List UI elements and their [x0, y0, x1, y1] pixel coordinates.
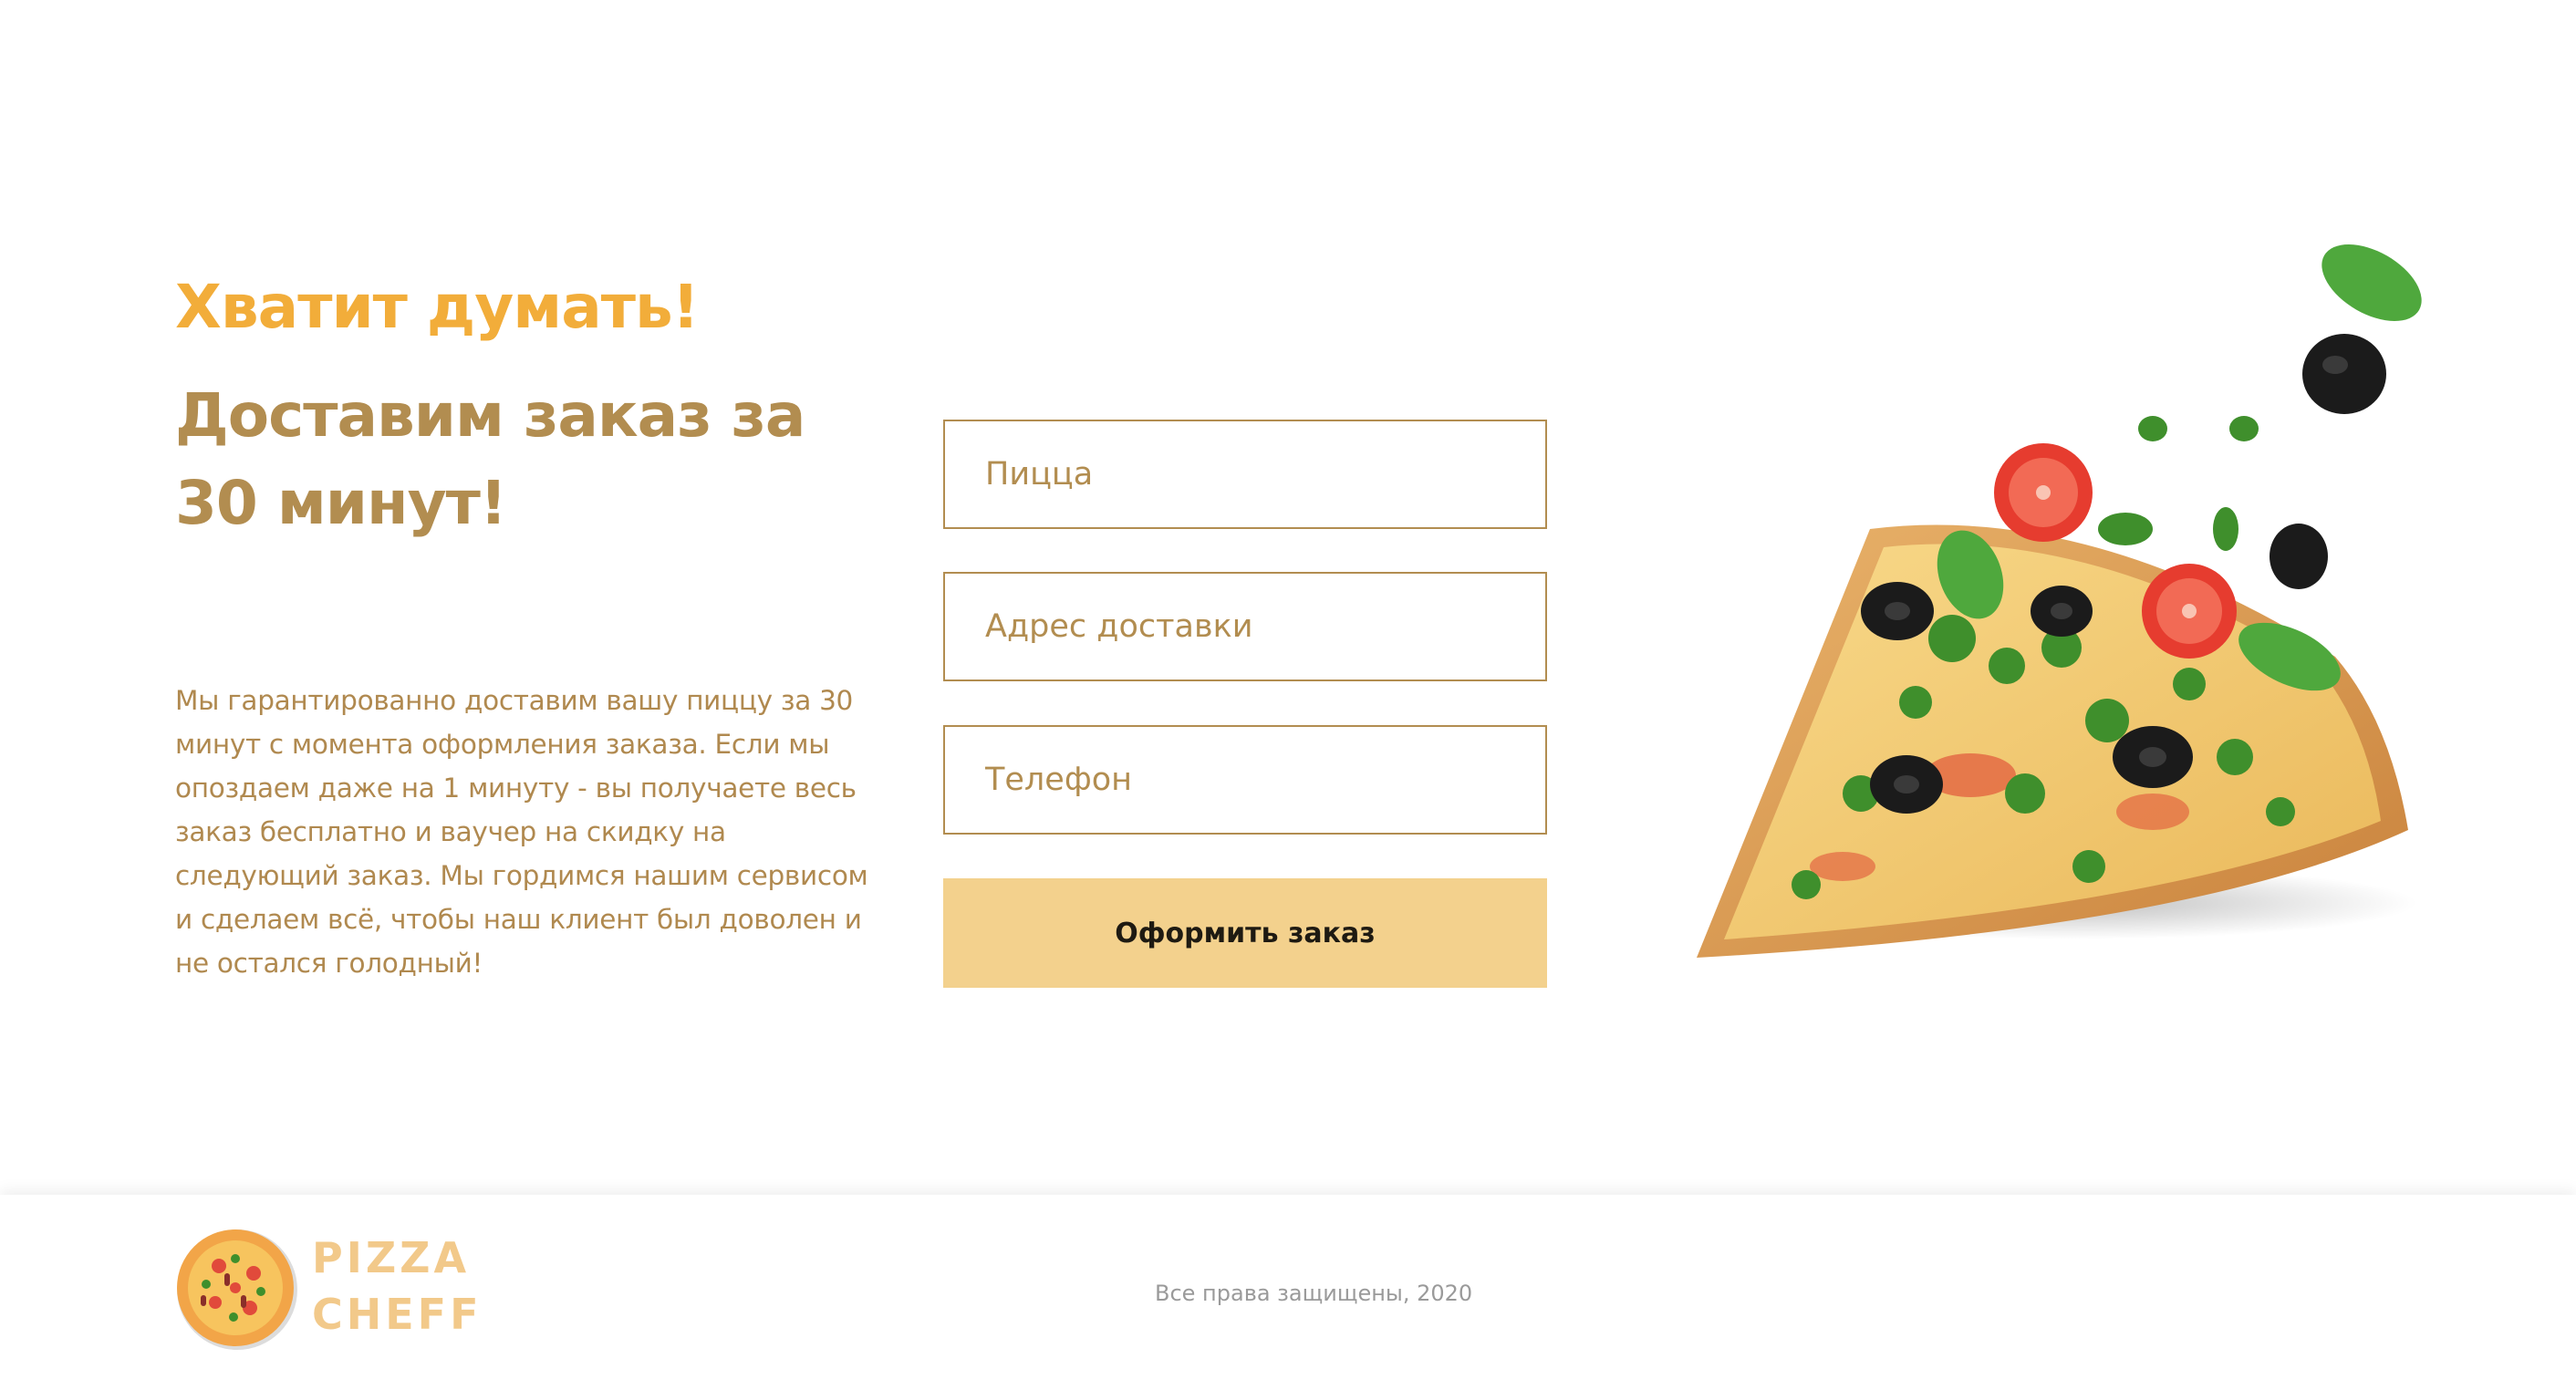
- page: Хватит думать! Доставим заказ за 30 мину…: [0, 0, 2576, 1390]
- hero-headline: Хватит думать!: [175, 272, 700, 342]
- hero-description: Мы гарантированно доставим вашу пиццу за…: [175, 685, 868, 979]
- logo-text-pizza: PIZZA: [312, 1233, 471, 1282]
- pizza-logo-icon[interactable]: [173, 1226, 301, 1354]
- logo-text-cheff: CHEFF: [312, 1290, 483, 1339]
- footer: PIZZA CHEFF Все права защищены, 2020: [0, 1195, 2576, 1390]
- pizza-slice-image: [1697, 244, 2422, 958]
- phone-input[interactable]: [943, 725, 1547, 835]
- pizza-input[interactable]: [943, 420, 1547, 529]
- address-input[interactable]: [943, 572, 1547, 681]
- hero-subheadline: Доставим заказ за 30 минут!: [175, 380, 805, 538]
- submit-order-button[interactable]: Оформить заказ: [943, 878, 1547, 988]
- copyright-text: Все права защищены, 2020: [1155, 1281, 1473, 1306]
